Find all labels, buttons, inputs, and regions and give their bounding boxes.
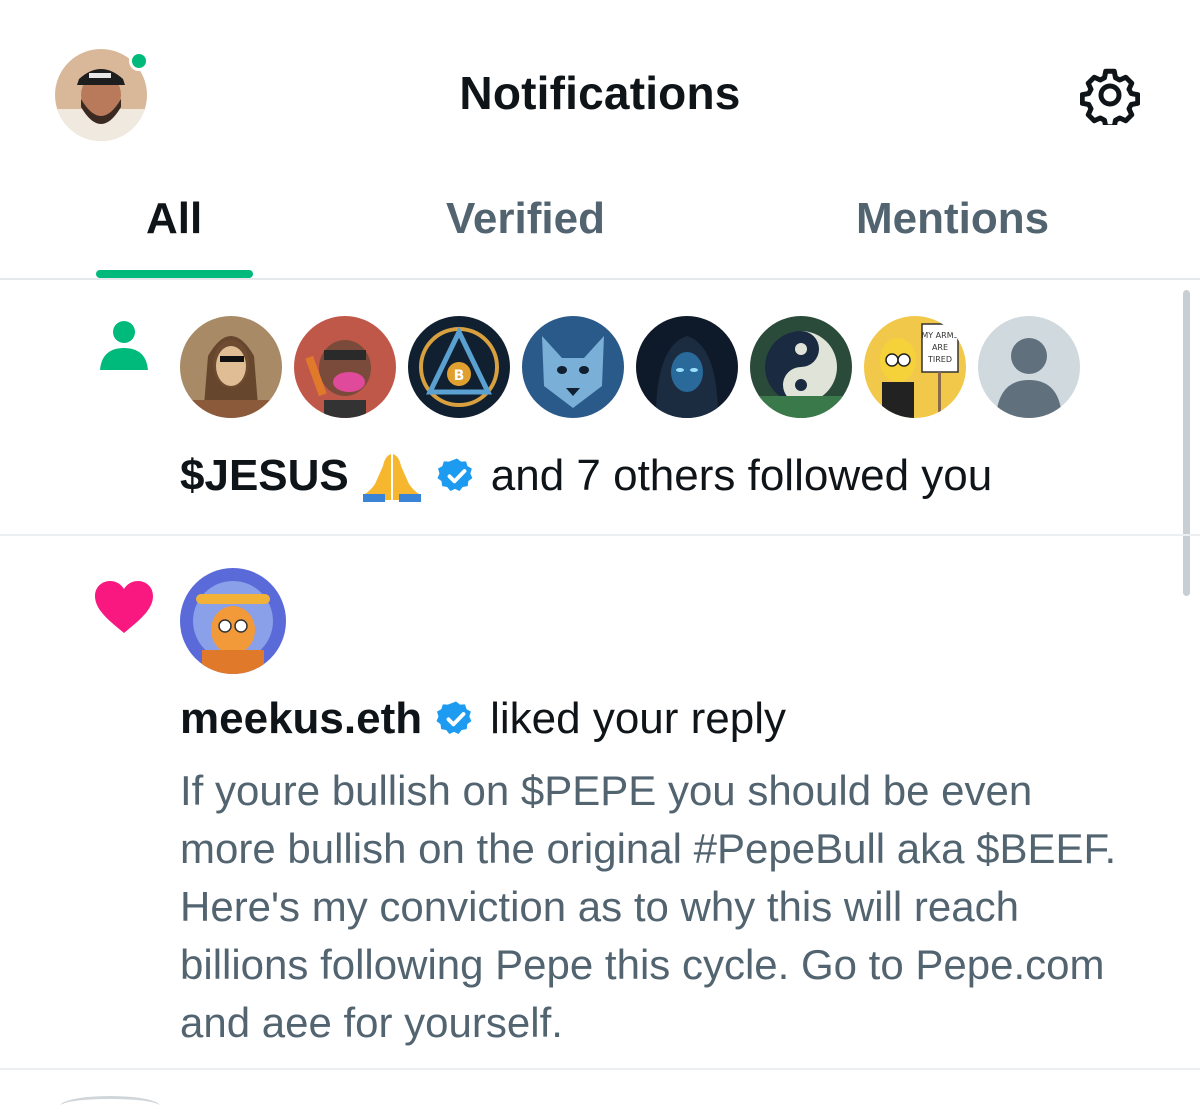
cartoon-sign-avatar[interactable]: MY ARMS ARE TIRED bbox=[862, 314, 968, 420]
svg-text:MY ARMS: MY ARMS bbox=[921, 331, 958, 340]
reply-line: billions following Pepe this cycle. Go t… bbox=[180, 941, 1105, 988]
liker-name[interactable]: meekus.eth bbox=[180, 694, 422, 744]
praying-hands-icon bbox=[362, 454, 421, 502]
gear-icon[interactable] bbox=[1080, 65, 1140, 125]
person-icon bbox=[100, 321, 148, 370]
verified-badge-icon bbox=[436, 701, 472, 734]
svg-text:ARE: ARE bbox=[932, 343, 948, 352]
hooded-figure-avatar[interactable] bbox=[634, 314, 740, 420]
follow-summary: $JESUS and 7 others followed you bbox=[180, 450, 992, 502]
active-tab-indicator bbox=[96, 270, 253, 278]
bitcoin-mason-avatar[interactable]: B bbox=[406, 314, 512, 420]
svg-text:TIRED: TIRED bbox=[927, 355, 952, 364]
reply-line: If youre bullish on $PEPE you should be … bbox=[180, 767, 1033, 814]
follow-text: and 7 others followed you bbox=[490, 451, 993, 500]
top-bar: Notifications bbox=[0, 0, 1200, 180]
reply-line: and aee for yourself. bbox=[180, 999, 563, 1046]
jesus-avatar[interactable] bbox=[178, 314, 284, 420]
reply-line: Here's my conviction as to why this will… bbox=[180, 883, 1019, 930]
like-action-text: liked your reply bbox=[490, 694, 787, 743]
liked-reply-text[interactable]: If youre bullish on $PEPE you should be … bbox=[180, 762, 1180, 1052]
tab-all[interactable]: All bbox=[146, 194, 202, 244]
default-avatar[interactable] bbox=[976, 314, 1082, 420]
reply-line: more bullish on the original #PepeBull a… bbox=[180, 825, 1117, 872]
svg-text:B: B bbox=[454, 368, 465, 384]
verified-badge-icon bbox=[437, 458, 473, 491]
follower-name[interactable]: $JESUS bbox=[180, 451, 349, 501]
tab-mentions[interactable]: Mentions bbox=[856, 194, 1049, 244]
yin-yang-avatar[interactable] bbox=[748, 314, 854, 420]
notification-follow[interactable]: B MY ARMS ARE TIRED $JESUS and 7 others … bbox=[0, 282, 1200, 536]
heart-icon bbox=[95, 581, 153, 633]
notification-like[interactable]: meekus.eth liked your reply If youre bul… bbox=[0, 536, 1200, 1070]
page-title: Notifications bbox=[459, 67, 741, 119]
liker-avatar[interactable] bbox=[180, 568, 286, 674]
ape-avatar[interactable] bbox=[292, 314, 398, 420]
like-summary: meekus.eth liked your reply bbox=[180, 694, 786, 744]
tab-verified[interactable]: Verified bbox=[446, 194, 605, 244]
wolf-avatar[interactable] bbox=[520, 314, 626, 420]
notification-tabs: All Verified Mentions bbox=[0, 180, 1200, 280]
next-notification-avatar bbox=[60, 1096, 160, 1105]
